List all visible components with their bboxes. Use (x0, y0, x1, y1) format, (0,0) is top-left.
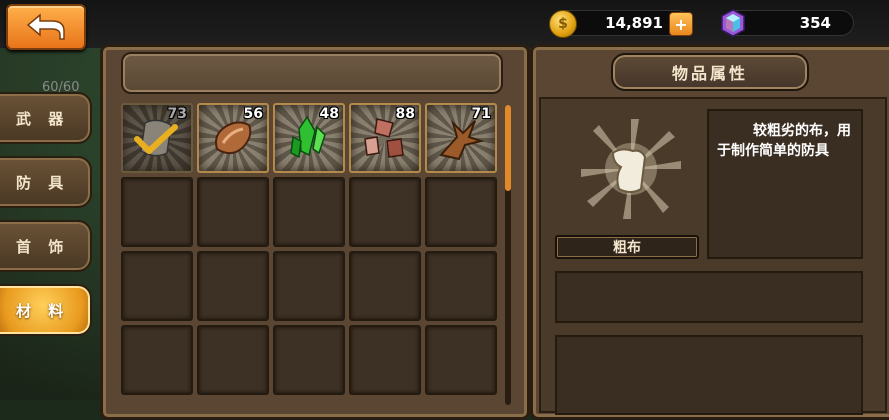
item-description: 较粗劣的布，用于制作简单的防具 (707, 109, 863, 259)
item-count: 88 (395, 106, 415, 122)
inventory-header (121, 52, 503, 94)
item-name: 粗布 (555, 235, 699, 259)
empty-slot[interactable] (197, 177, 269, 247)
empty-slot[interactable] (425, 325, 497, 395)
detail-body: 较粗劣的布，用于制作简单的防具 粗布 (539, 97, 887, 415)
inventory-scrollbar[interactable] (505, 105, 511, 405)
empty-slot[interactable] (197, 251, 269, 321)
empty-slot[interactable] (349, 177, 421, 247)
back-arrow-icon (26, 13, 65, 40)
empty-slot[interactable] (273, 251, 345, 321)
empty-slot[interactable] (273, 177, 345, 247)
back-button[interactable] (6, 4, 86, 50)
empty-slot[interactable] (121, 251, 193, 321)
inventory-slot[interactable]: 56 (197, 103, 269, 173)
empty-slot[interactable] (197, 325, 269, 395)
detail-title: 物品属性 (611, 53, 809, 91)
cloth-checkmark-icon (134, 119, 178, 157)
empty-slot[interactable] (425, 251, 497, 321)
ore-shards-icon (364, 118, 404, 158)
add-coins-button[interactable]: + (669, 12, 693, 36)
empty-slot[interactable] (425, 177, 497, 247)
tab-materials[interactable]: 材 料 (0, 284, 92, 336)
empty-slot[interactable] (121, 177, 193, 247)
inventory-slot[interactable]: 48 (273, 103, 345, 173)
item-detail-panel: 物品属性 较粗劣的布，用于制作简单的防具 粗布 (530, 44, 889, 420)
inventory-slot[interactable]: 73 (121, 103, 193, 173)
empty-slot[interactable] (349, 325, 421, 395)
tab-armor[interactable]: 防 具 (0, 156, 92, 208)
empty-slot[interactable] (349, 251, 421, 321)
coin-amount: 14,891 (605, 14, 663, 32)
tab-accessories[interactable]: 首 饰 (0, 220, 92, 272)
coin-icon: $ (549, 10, 577, 38)
empty-slot[interactable] (273, 325, 345, 395)
item-count: 73 (167, 106, 187, 122)
leather-icon (215, 121, 252, 155)
green-crystal-icon (290, 115, 326, 159)
empty-slot[interactable] (121, 325, 193, 395)
item-count: 71 (471, 106, 491, 122)
item-stats-box (555, 271, 863, 323)
gem-amount: 354 (799, 14, 831, 32)
inventory-grid: 73 56 48 88 71 (121, 103, 501, 395)
item-count: 48 (319, 106, 339, 122)
gem-icon (721, 9, 745, 37)
inventory-slot[interactable]: 71 (425, 103, 497, 173)
inventory-panel: 73 56 48 88 71 (100, 44, 530, 420)
cloth-icon (581, 119, 681, 219)
inventory-slot[interactable]: 88 (349, 103, 421, 173)
wood-branch-icon (439, 119, 485, 161)
scroll-thumb[interactable] (505, 105, 511, 191)
item-extra-box (555, 335, 863, 415)
item-count: 56 (243, 106, 263, 122)
tab-weapons[interactable]: 武 器 (0, 92, 92, 144)
